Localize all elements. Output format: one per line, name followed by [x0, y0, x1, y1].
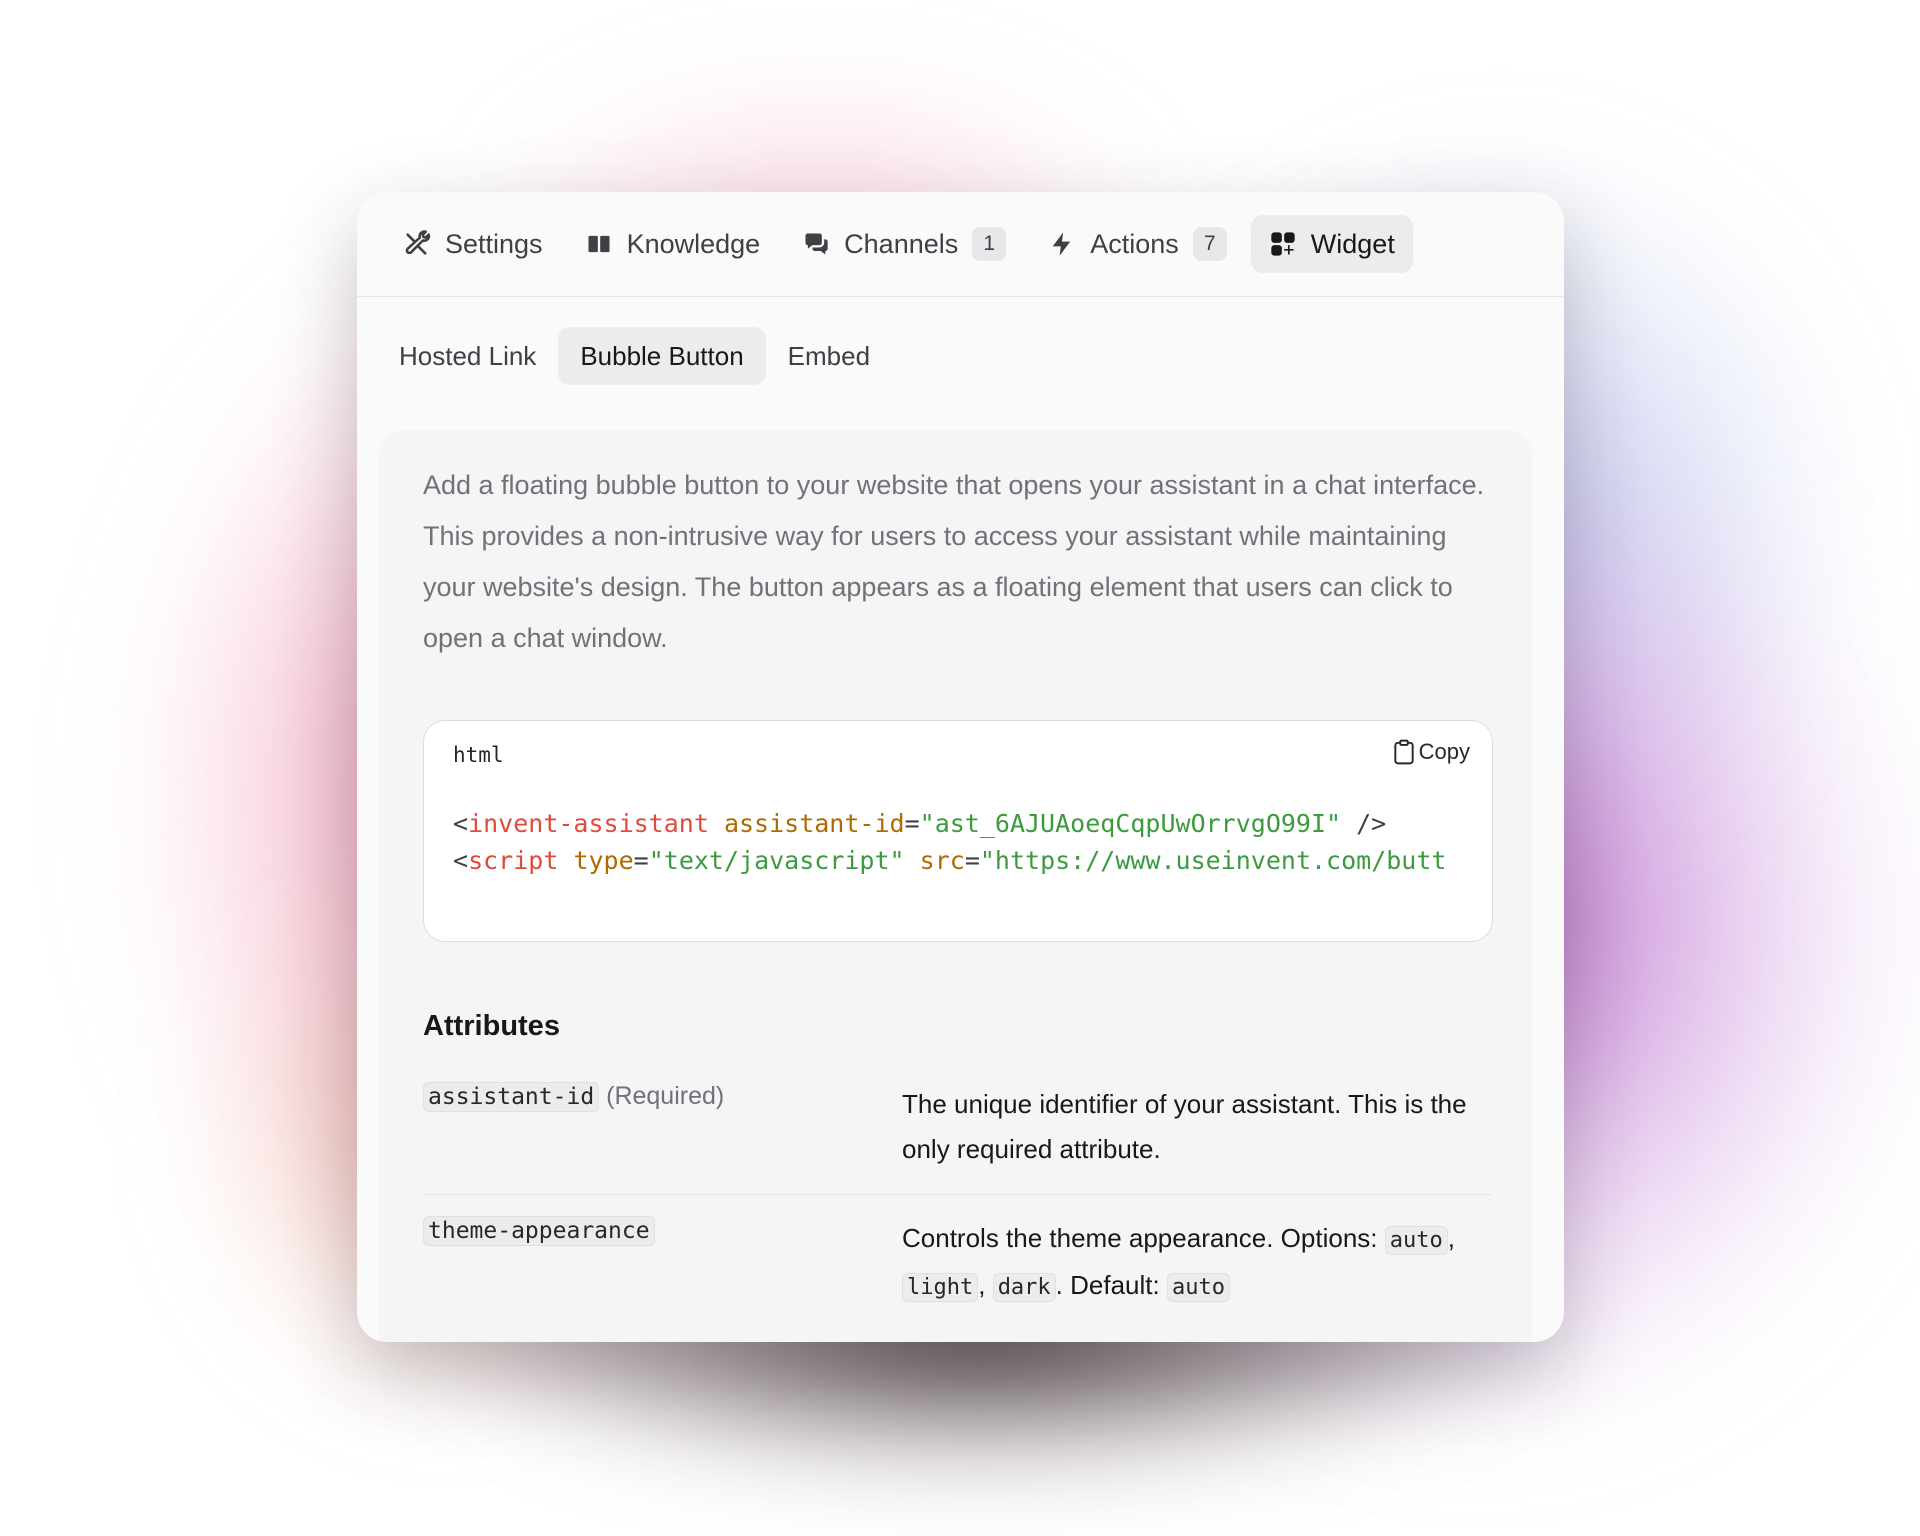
attribute-name-cell: theme-appearance: [423, 1216, 655, 1246]
attribute-name: assistant-id: [423, 1082, 600, 1112]
code-token-attr: type: [573, 846, 634, 875]
widget-grid-icon: [1269, 230, 1297, 258]
tab-label: Settings: [445, 228, 543, 259]
attribute-description: Controls the theme appearance. Options: …: [902, 1216, 1492, 1310]
copy-button[interactable]: Copy: [1392, 739, 1470, 765]
code-token: =: [633, 846, 649, 875]
attribute-name: theme-appearance: [423, 1216, 655, 1246]
code-token-string: "text/javascript": [648, 846, 905, 875]
subtab-bubble-button[interactable]: Bubble Button: [558, 327, 766, 385]
code-token: <: [453, 809, 469, 838]
bubble-button-panel: Add a floating bubble button to your web…: [379, 430, 1532, 1342]
code-token-attr: src: [919, 846, 965, 875]
option-chip: auto: [1384, 1226, 1448, 1255]
tab-label: Actions: [1090, 228, 1179, 259]
attribute-row: theme-appearance Controls the theme appe…: [423, 1216, 1491, 1328]
code-token-tag: invent-assistant: [468, 809, 709, 838]
attribute-name-cell: assistant-id (Required): [423, 1082, 725, 1112]
attribute-row: assistant-id (Required) The unique ident…: [423, 1082, 1491, 1195]
code-block: html Copy <invent-assistant assistant-id…: [423, 720, 1493, 942]
description-text: Add a floating bubble button to your web…: [423, 470, 1485, 653]
main-tab-bar: Settings Knowledge Channels 1 Actions 7 …: [357, 192, 1564, 297]
tab-actions[interactable]: Actions 7: [1030, 215, 1245, 273]
required-note: (Required): [599, 1082, 725, 1110]
option-chip: dark: [992, 1273, 1056, 1302]
lightning-icon: [1048, 230, 1076, 258]
widget-type-tabs: Hosted Link Bubble Button Embed: [357, 297, 1564, 385]
book-icon: [585, 230, 613, 258]
separator: ,: [1447, 1223, 1455, 1253]
default-value-chip: auto: [1166, 1273, 1230, 1302]
tab-settings[interactable]: Settings: [385, 215, 561, 273]
clipboard-icon: [1393, 739, 1414, 765]
tab-widget[interactable]: Widget: [1250, 215, 1413, 273]
separator: ,: [978, 1270, 993, 1300]
subtab-embed[interactable]: Embed: [774, 327, 884, 385]
widget-settings-card: Settings Knowledge Channels 1 Actions 7 …: [357, 192, 1564, 1342]
code-token: <: [453, 846, 469, 875]
code-language-label: html: [453, 743, 504, 767]
actions-count-badge: 7: [1192, 227, 1227, 261]
default-label: . Default:: [1055, 1270, 1167, 1300]
tab-label: Widget: [1310, 228, 1395, 259]
code-token-string: "ast_6AJUAoeqCqpUwOrrvgO99I": [919, 809, 1342, 838]
attribute-description: The unique identifier of your assistant.…: [902, 1089, 1467, 1164]
tab-channels[interactable]: Channels 1: [784, 215, 1024, 273]
attributes-heading: Attributes: [423, 1010, 560, 1042]
copy-label: Copy: [1418, 739, 1470, 764]
code-line-2: <script type="text/javascript" src="http…: [453, 846, 1446, 875]
code-token: =: [964, 846, 980, 875]
tab-label: Channels: [844, 228, 959, 259]
code-line-1: <invent-assistant assistant-id="ast_6AJU…: [453, 809, 1386, 838]
tools-icon: [403, 230, 431, 258]
code-token-tag: script: [468, 846, 559, 875]
tab-label: Knowledge: [626, 228, 761, 259]
description-text: Controls the theme appearance. Options:: [902, 1223, 1385, 1253]
tab-knowledge[interactable]: Knowledge: [567, 215, 779, 273]
code-token: />: [1341, 809, 1387, 838]
subtab-hosted-link[interactable]: Hosted Link: [385, 327, 550, 385]
code-token-attr: assistant-id: [723, 809, 905, 838]
channels-count-badge: 1: [972, 227, 1007, 261]
chat-bubbles-icon: [802, 230, 830, 258]
code-token-string: "https://www.useinvent.com/butt: [979, 846, 1447, 875]
code-token: =: [904, 809, 920, 838]
option-chip: light: [902, 1273, 979, 1302]
